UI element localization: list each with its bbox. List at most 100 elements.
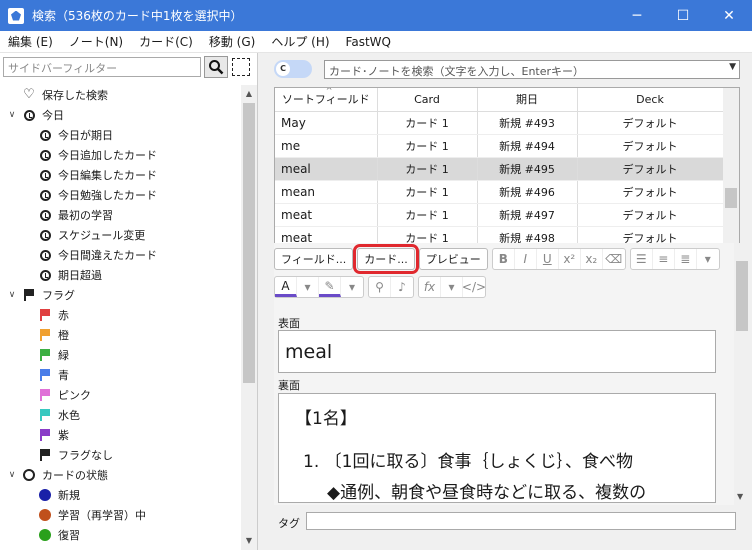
table-row[interactable]: May カード 1 新規 #493 デフォルト [275, 111, 724, 135]
menu-note[interactable]: ノート(N) [61, 33, 131, 50]
underline-icon[interactable]: U [537, 249, 559, 269]
sidebar-item-state-new[interactable]: 新規 [0, 485, 240, 505]
align-icon[interactable]: ≣ [675, 249, 697, 269]
bullet-list-icon[interactable]: ☰ [631, 249, 653, 269]
sidebar-item-again-today[interactable]: 今日間違えたカード [0, 245, 240, 265]
cards-notes-toggle[interactable]: C [274, 60, 312, 78]
window-title: 検索（536枚のカード中1枚を選択中） [32, 9, 243, 23]
scroll-thumb[interactable] [725, 188, 737, 208]
sidebar-search-button[interactable] [204, 56, 228, 78]
clock-icon [39, 149, 51, 161]
italic-icon[interactable]: I [515, 249, 537, 269]
sidebar-item-due-today[interactable]: 今日が期日 [0, 125, 240, 145]
sidebar-filter-input[interactable]: サイドバーフィルター [3, 57, 201, 77]
media-group: ⚲ ♪ [368, 276, 414, 298]
sidebar-item-label: 青 [58, 369, 69, 382]
chevron-down-icon[interactable]: ∨ [6, 470, 18, 480]
sidebar-item-state-review[interactable]: 復習 [0, 525, 240, 545]
flag-icon [40, 429, 50, 441]
chevron-down-icon[interactable]: ∨ [6, 290, 18, 300]
learning-dot-icon [39, 509, 51, 521]
chevron-down-icon[interactable]: ▼ [729, 62, 736, 72]
sidebar-item-label: 水色 [58, 409, 80, 422]
paperclip-icon[interactable]: ⚲ [369, 277, 391, 297]
clock-icon [23, 109, 35, 121]
back-field[interactable]: 【1名】 1. 〔1回に取る〕食事｛しょくじ｝、食べ物 ◆通例、朝食や昼食時など… [278, 393, 716, 503]
sidebar-item-flags[interactable]: ∨ フラグ [0, 285, 240, 305]
sidebar-item-flag-orange[interactable]: 橙 [0, 325, 240, 345]
menu-card[interactable]: カード(C) [131, 33, 201, 50]
close-button[interactable]: ✕ [706, 0, 752, 31]
sidebar-item-card-state[interactable]: ∨ カードの状態 [0, 465, 240, 485]
sidebar-scrollbar[interactable]: ▲ ▼ [241, 85, 257, 550]
column-header-due[interactable]: 期日 [477, 88, 578, 112]
sidebar-item-flag-red[interactable]: 赤 [0, 305, 240, 325]
scroll-up-icon[interactable]: ▲ [244, 89, 254, 99]
preview-button[interactable]: プレビュー [418, 248, 488, 270]
menu-go[interactable]: 移動 (G) [201, 33, 263, 50]
front-field[interactable]: meal [278, 330, 716, 373]
superscript-icon[interactable]: x² [559, 249, 581, 269]
function-icon[interactable]: fx [419, 277, 441, 297]
table-row[interactable]: me カード 1 新規 #494 デフォルト [275, 134, 724, 158]
sidebar-item-label: 最初の学習 [58, 209, 113, 222]
sidebar-item-saved-search[interactable]: ♡ 保存した検索 [0, 85, 240, 105]
subscript-icon[interactable]: x₂ [581, 249, 603, 269]
sidebar-item-no-flag[interactable]: フラグなし [0, 445, 240, 465]
sidebar-item-today[interactable]: ∨ 今日 [0, 105, 240, 125]
table-row[interactable]: meat カード 1 新規 #497 デフォルト [275, 203, 724, 227]
html-editor-icon[interactable]: </> [462, 277, 486, 297]
chevron-down-icon[interactable]: ▾ [441, 277, 463, 297]
back-text-definition: 1. 〔1回に取る〕食事｛しょくじ｝、食べ物 [303, 452, 633, 472]
bold-icon[interactable]: B [493, 249, 515, 269]
chevron-down-icon[interactable]: ∨ [6, 110, 18, 120]
tags-input[interactable] [306, 512, 736, 530]
column-header-card[interactable]: Card [377, 88, 478, 112]
sidebar-item-edited-today[interactable]: 今日編集したカード [0, 165, 240, 185]
new-dot-icon [39, 489, 51, 501]
column-header-deck[interactable]: Deck [577, 88, 724, 112]
sidebar-item-first-review[interactable]: 最初の学習 [0, 205, 240, 225]
sidebar-item-rescheduled[interactable]: スケジュール変更 [0, 225, 240, 245]
menu-fastwq[interactable]: FastWQ [338, 35, 399, 49]
menu-help[interactable]: ヘルプ (H) [263, 33, 337, 50]
sidebar-item-label: 今日 [42, 109, 64, 122]
sidebar-item-flag-pink[interactable]: ピンク [0, 385, 240, 405]
chevron-down-icon[interactable]: ▾ [297, 277, 319, 297]
scroll-thumb[interactable] [736, 261, 748, 331]
numbered-list-icon[interactable]: ≡ [653, 249, 675, 269]
scroll-thumb[interactable] [243, 103, 255, 383]
table-row[interactable]: mean カード 1 新規 #496 デフォルト [275, 180, 724, 204]
cards-button[interactable]: カード... [353, 244, 419, 274]
menu-edit[interactable]: 編集 (E) [0, 33, 61, 50]
sidebar-item-flag-turquoise[interactable]: 水色 [0, 405, 240, 425]
sidebar-item-studied-today[interactable]: 今日勉強したカード [0, 185, 240, 205]
sidebar-item-flag-green[interactable]: 緑 [0, 345, 240, 365]
sidebar-item-overdue[interactable]: 期日超過 [0, 265, 240, 285]
search-input[interactable]: カード･ノートを検索（文字を入力し、Enterキー） ▼ [324, 60, 740, 79]
fields-button[interactable]: フィールド... [274, 248, 354, 270]
sidebar-item-state-learning[interactable]: 学習（再学習）中 [0, 505, 240, 525]
editor-scrollbar[interactable]: ▼ [734, 243, 750, 505]
select-mode-icon[interactable] [232, 58, 250, 76]
front-field-label: 表面 [278, 317, 300, 330]
eraser-icon[interactable]: ⌫ [603, 249, 625, 269]
column-header-sort-field[interactable]: ^ ソートフィールド [275, 88, 378, 112]
minimize-button[interactable]: ─ [614, 0, 660, 31]
scroll-down-icon[interactable]: ▼ [244, 536, 254, 546]
clock-icon [39, 229, 51, 241]
chevron-down-icon[interactable]: ▾ [341, 277, 363, 297]
sidebar-item-label: 緑 [58, 349, 69, 362]
table-row-selected[interactable]: meal カード 1 新規 #495 デフォルト [275, 157, 724, 181]
text-color-icon[interactable]: A [275, 277, 297, 297]
microphone-icon[interactable]: ♪ [391, 277, 413, 297]
sidebar-item-flag-purple[interactable]: 紫 [0, 425, 240, 445]
maximize-button[interactable]: ☐ [660, 0, 706, 31]
sidebar-item-flag-blue[interactable]: 青 [0, 365, 240, 385]
review-dot-icon [39, 529, 51, 541]
note-editor: フィールド... カード... プレビュー B I U x² x₂ ⌫ ☰ ≡ … [274, 243, 750, 505]
chevron-down-icon[interactable]: ▾ [697, 249, 719, 269]
scroll-down-icon[interactable]: ▼ [737, 492, 743, 501]
highlight-icon[interactable]: ✎ [319, 277, 341, 297]
sidebar-item-added-today[interactable]: 今日追加したカード [0, 145, 240, 165]
